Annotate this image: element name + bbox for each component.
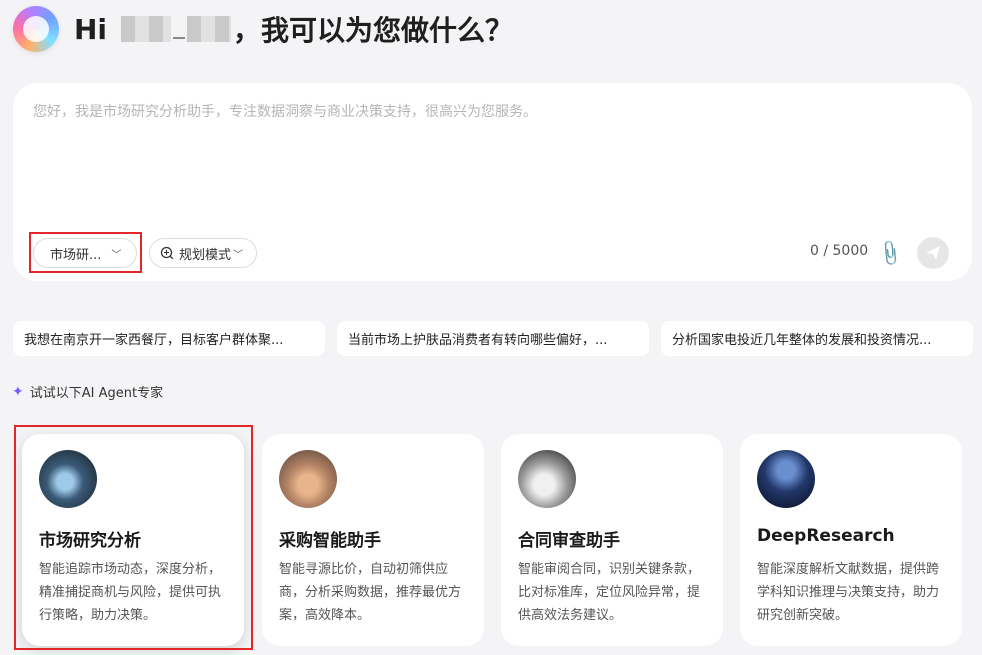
agent-title: DeepResearch	[757, 526, 895, 546]
agent-title: 采购智能助手	[279, 531, 381, 551]
send-icon	[926, 246, 940, 260]
agent-description: 智能深度解析文献数据，提供跨学科知识推理与决策支持，助力研究创新突破。	[757, 562, 940, 623]
prompt-composer[interactable]: 您好，我是市场研究分析助手，专注数据洞察与商业决策支持，很高兴为您服务。 市场研…	[13, 83, 972, 281]
agents-section-label: 试试以下AI Agent专家	[29, 386, 164, 401]
planning-mode-icon	[160, 246, 174, 260]
chevron-down-icon: ﹀	[233, 249, 244, 261]
agent-description: 智能审阅合同，识别关键条款，比对标准库，定位风险异常，提供高效法务建议。	[518, 562, 701, 623]
suggestion-chip[interactable]: 当前市场上护肤品消费者有转向哪些偏好，...	[337, 321, 649, 356]
agent-avatar	[518, 450, 576, 508]
agent-avatar	[279, 450, 337, 508]
agent-title: 合同审查助手	[518, 531, 620, 551]
send-button[interactable]	[917, 237, 949, 269]
greeting-prefix: Hi	[74, 12, 108, 46]
username-separator	[173, 19, 186, 39]
app-logo-icon	[13, 6, 59, 52]
agent-card-deepresearch[interactable]: DeepResearch 智能深度解析文献数据，提供跨学科知识推理与决策支持，助…	[740, 434, 962, 646]
agent-description: 智能寻源比价，自动初筛供应商，分析采购数据，推荐最优方案，高效降本。	[279, 562, 462, 623]
suggestion-chip[interactable]: 我想在南京开一家西餐厅，目标客户群体聚...	[13, 321, 325, 356]
mode-selector-label: 规划模式	[179, 247, 232, 263]
agent-avatar	[757, 450, 815, 508]
redacted-username	[187, 16, 232, 42]
redacted-username	[121, 16, 172, 42]
sparkle-icon: ✦	[12, 383, 24, 400]
char-counter: 0 / 5000	[810, 243, 869, 259]
agent-card-procurement[interactable]: 采购智能助手 智能寻源比价，自动初筛供应商，分析采购数据，推荐最优方案，高效降本…	[262, 434, 484, 646]
agent-card-contract-review[interactable]: 合同审查助手 智能审阅合同，识别关键条款，比对标准库，定位风险异常，提供高效法务…	[501, 434, 723, 646]
agents-section-heading: ✦ 试试以下AI Agent专家	[12, 382, 164, 402]
greeting-suffix: ，我可以为您做什么？	[233, 14, 514, 47]
highlight-box	[14, 425, 253, 650]
mode-selector[interactable]: 规划模式 ﹀	[149, 238, 257, 268]
prompt-input[interactable]: 您好，我是市场研究分析助手，专注数据洞察与商业决策支持，很高兴为您服务。	[33, 101, 537, 121]
highlight-box	[29, 232, 142, 273]
suggestion-chip[interactable]: 分析国家电投近几年整体的发展和投资情况...	[661, 321, 973, 356]
attachment-icon[interactable]: 📎	[875, 238, 905, 268]
greeting-heading: Hi ，我可以为您做什么？	[74, 8, 513, 50]
